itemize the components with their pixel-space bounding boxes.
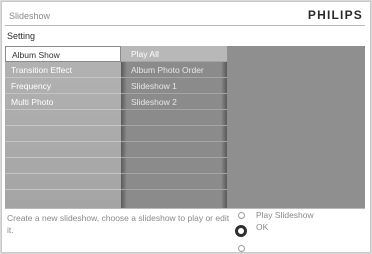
menu-row-empty — [5, 174, 121, 190]
menu-panel: Album Show Transition Effect Frequency M… — [5, 46, 365, 208]
submenu-row-empty — [121, 110, 227, 126]
ok-action[interactable]: OK — [256, 222, 268, 232]
menu-row-empty — [5, 142, 121, 158]
submenu-row-empty — [121, 126, 227, 142]
menu-row-empty — [5, 110, 121, 126]
menu-item-frequency[interactable]: Frequency — [5, 78, 121, 94]
menu-item-album-show[interactable]: Album Show — [5, 46, 121, 62]
navigation-pad — [233, 210, 253, 252]
sub-menu: Play All Album Photo Order Slideshow 1 S… — [121, 46, 227, 208]
nav-down-icon — [238, 245, 245, 252]
submenu-row-empty — [121, 142, 227, 158]
menu-item-transition-effect[interactable]: Transition Effect — [5, 62, 121, 78]
menu-item-multi-photo[interactable]: Multi Photo — [5, 94, 121, 110]
menu-row-empty — [5, 126, 121, 142]
submenu-item-slideshow-2[interactable]: Slideshow 2 — [121, 94, 227, 110]
section-label: Setting — [7, 31, 36, 41]
submenu-row-empty — [121, 158, 227, 174]
main-menu: Album Show Transition Effect Frequency M… — [5, 46, 121, 208]
screen-title: Slideshow — [9, 11, 51, 21]
preview-area — [227, 46, 365, 208]
brand-logo: PHILIPS — [307, 8, 363, 22]
section-header: Setting — [5, 27, 365, 45]
help-text: Create a new slideshow, choose a slidesh… — [7, 213, 230, 235]
submenu-item-play-all[interactable]: Play All — [121, 46, 227, 62]
header: Slideshow PHILIPS — [7, 5, 367, 27]
nav-up-icon — [238, 212, 245, 219]
ok-button-icon — [235, 225, 247, 237]
footer-divider — [5, 208, 365, 209]
submenu-row-empty — [121, 174, 227, 190]
submenu-item-slideshow-1[interactable]: Slideshow 1 — [121, 78, 227, 94]
submenu-item-album-photo-order[interactable]: Album Photo Order — [121, 62, 227, 78]
menu-row-empty — [5, 158, 121, 174]
header-divider — [5, 25, 365, 26]
play-slideshow-action[interactable]: Play Slideshow — [256, 210, 314, 220]
